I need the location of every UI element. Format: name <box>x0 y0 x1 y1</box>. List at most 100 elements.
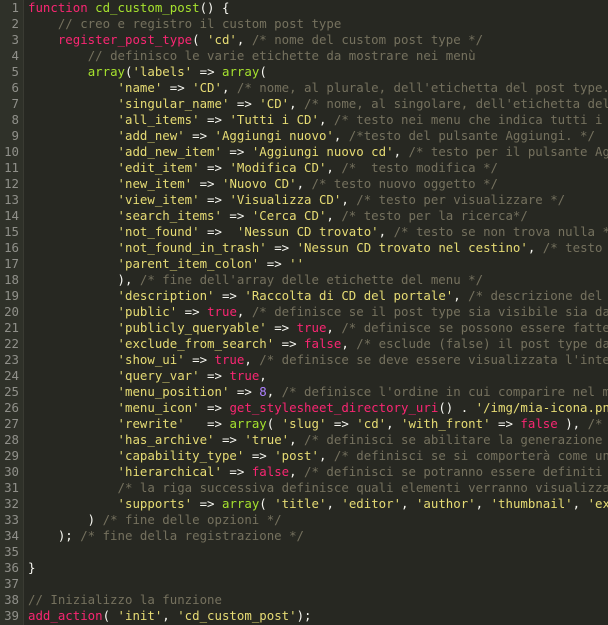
code-token: , <box>236 32 252 47</box>
line-number: 36 <box>4 560 19 575</box>
code-line[interactable]: 'new_item' => 'Nuovo CD', /* testo nuovo… <box>24 176 608 192</box>
code-line[interactable]: 'view_item' => 'Visualizza CD', /* testo… <box>24 192 608 208</box>
code-token: 'all_items' <box>117 112 200 127</box>
code-line[interactable]: // definisco le varie etichette da mostr… <box>24 48 608 64</box>
code-line[interactable]: 'query_var' => true, <box>24 368 608 384</box>
code-line[interactable]: } <box>24 560 608 576</box>
line-number: 31 <box>4 480 19 495</box>
code-token: /* testo se non trova nulla nel cestino … <box>542 240 603 255</box>
code-line[interactable]: 'hierarchical' => false, /* definisci se… <box>24 464 608 480</box>
code-token: => <box>184 352 215 367</box>
code-line[interactable]: 'capability_type' => 'post', /* definisc… <box>24 448 608 464</box>
code-line[interactable]: ); /* fine della registrazione */ <box>24 528 608 544</box>
code-line[interactable]: 'show_ui' => true, /* definisce se deve … <box>24 352 608 368</box>
code-token: 'Modifica CD' <box>229 160 327 175</box>
code-editor[interactable]: 1 2 3 4 5 6 7 8 9 10 11 12 13 14 15 16 17 18 19 20 21 22 23 24 2… <box>0 0 608 625</box>
code-token: 'CD' <box>192 80 222 95</box>
code-token: , <box>326 160 342 175</box>
code-token: => <box>199 368 230 383</box>
code-line[interactable]: // creo e registro il custom post type <box>24 16 608 32</box>
code-token: cd_custom_post <box>95 0 200 15</box>
code-token: 'Nessun CD trovato' <box>236 224 379 239</box>
line-number: 23 <box>4 352 19 367</box>
code-token: /* fine delle opzioni */ <box>102 512 282 527</box>
code-line[interactable]: 'exclude_from_search' => false, /* esclu… <box>24 336 608 352</box>
code-token: false <box>304 336 342 351</box>
code-line[interactable]: 'parent_item_colon' => '' <box>24 256 608 272</box>
code-line[interactable]: 'all_items' => 'Tutti i CD', /* testo ne… <box>24 112 608 128</box>
code-line[interactable]: 'singular_name' => 'CD', /* nome, al sin… <box>24 96 608 112</box>
code-token: } <box>28 560 36 575</box>
code-token: /* nome, al plurale, dell'etichetta del … <box>236 80 608 95</box>
code-token: , <box>221 80 237 95</box>
code-line[interactable]: /* la riga successiva definisce quali el… <box>24 480 608 496</box>
code-token: ( <box>102 608 118 623</box>
code-token: 'add_new' <box>117 128 185 143</box>
code-token: /* testo nei menu che indica tutti i con… <box>333 112 603 127</box>
code-line[interactable] <box>24 544 608 560</box>
code-token: , <box>333 128 349 143</box>
code-token: get_stylesheet_directory_uri <box>229 400 439 415</box>
code-token: '/img/mia-icona.png' <box>475 400 608 415</box>
line-number: 16 <box>4 240 19 255</box>
code-token: => <box>259 256 290 271</box>
code-token: , <box>572 496 588 511</box>
code-line[interactable]: 'public' => true, /* definisce se il pos… <box>24 304 608 320</box>
code-token: 'author' <box>415 496 476 511</box>
code-line[interactable]: ), /* fine dell'array delle etichette de… <box>24 272 608 288</box>
code-token: /* specificare uno slug per le URL */ <box>587 416 603 431</box>
code-token: , <box>527 240 543 255</box>
code-token: , <box>296 176 312 191</box>
code-token: ), <box>28 272 140 287</box>
code-token: array <box>87 64 125 79</box>
code-token: /*testo del pulsante Aggiungi. */ <box>348 128 595 143</box>
code-line[interactable]: 'menu_position' => 8, /* definisce l'ord… <box>24 384 608 400</box>
code-token: 'Cerca CD' <box>251 208 327 223</box>
code-area[interactable]: function cd_custom_post() { // creo e re… <box>24 0 608 625</box>
code-line[interactable]: ) /* fine delle opzioni */ <box>24 512 608 528</box>
code-line[interactable]: 'has_archive' => 'true', /* definisci se… <box>24 432 608 448</box>
code-line[interactable]: 'not_found_in_trash' => 'Nessun CD trova… <box>24 240 608 256</box>
code-line[interactable]: 'rewrite' => array( 'slug' => 'cd', 'wit… <box>24 416 608 432</box>
code-line[interactable]: 'not_found' => 'Nessun CD trovato', /* t… <box>24 224 608 240</box>
code-line[interactable]: array('labels' => array( <box>24 64 608 80</box>
code-line[interactable]: 'supports' => array( 'title', 'editor', … <box>24 496 608 512</box>
line-number: 24 <box>4 368 19 383</box>
line-number: 33 <box>4 512 19 527</box>
code-token: ( <box>259 64 267 79</box>
code-token: ( <box>266 416 282 431</box>
line-number: 25 <box>4 384 19 399</box>
code-line[interactable]: 'edit_item' => 'Modifica CD', /* testo m… <box>24 160 608 176</box>
code-token: => <box>214 288 245 303</box>
code-line[interactable] <box>24 576 608 592</box>
code-token: 'not_found' <box>117 224 200 239</box>
code-token: 'capability_type' <box>117 448 245 463</box>
code-line[interactable]: 'publicly_queryable' => true, /* definis… <box>24 320 608 336</box>
code-line[interactable]: 'add_new_item' => 'Aggiungi nuovo cd', /… <box>24 144 608 160</box>
code-token: /* testo nuovo oggetto */ <box>311 176 499 191</box>
code-line[interactable]: // Inizializzo la funzione <box>24 592 608 608</box>
code-line[interactable]: 'add_new' => 'Aggiungi nuovo', /*testo d… <box>24 128 608 144</box>
code-line[interactable]: 'menu_icon' => get_stylesheet_directory_… <box>24 400 608 416</box>
code-token: 'CD' <box>259 96 290 111</box>
code-line[interactable]: add_action( 'init', 'cd_custom_post'); <box>24 608 608 624</box>
code-line[interactable]: function cd_custom_post() { <box>24 0 608 16</box>
code-token: 'Aggiungi nuovo' <box>214 128 334 143</box>
code-line[interactable]: 'name' => 'CD', /* nome, al plurale, del… <box>24 80 608 96</box>
code-line[interactable]: 'description' => 'Raccolta di CD del por… <box>24 288 608 304</box>
line-number: 17 <box>4 256 19 271</box>
code-token: => <box>266 240 297 255</box>
code-line[interactable]: 'search_items' => 'Cerca CD', /* testo p… <box>24 208 608 224</box>
code-token: 'cd' <box>356 416 387 431</box>
code-line[interactable]: register_post_type( 'cd', /* nome del cu… <box>24 32 608 48</box>
code-token: , <box>318 112 334 127</box>
